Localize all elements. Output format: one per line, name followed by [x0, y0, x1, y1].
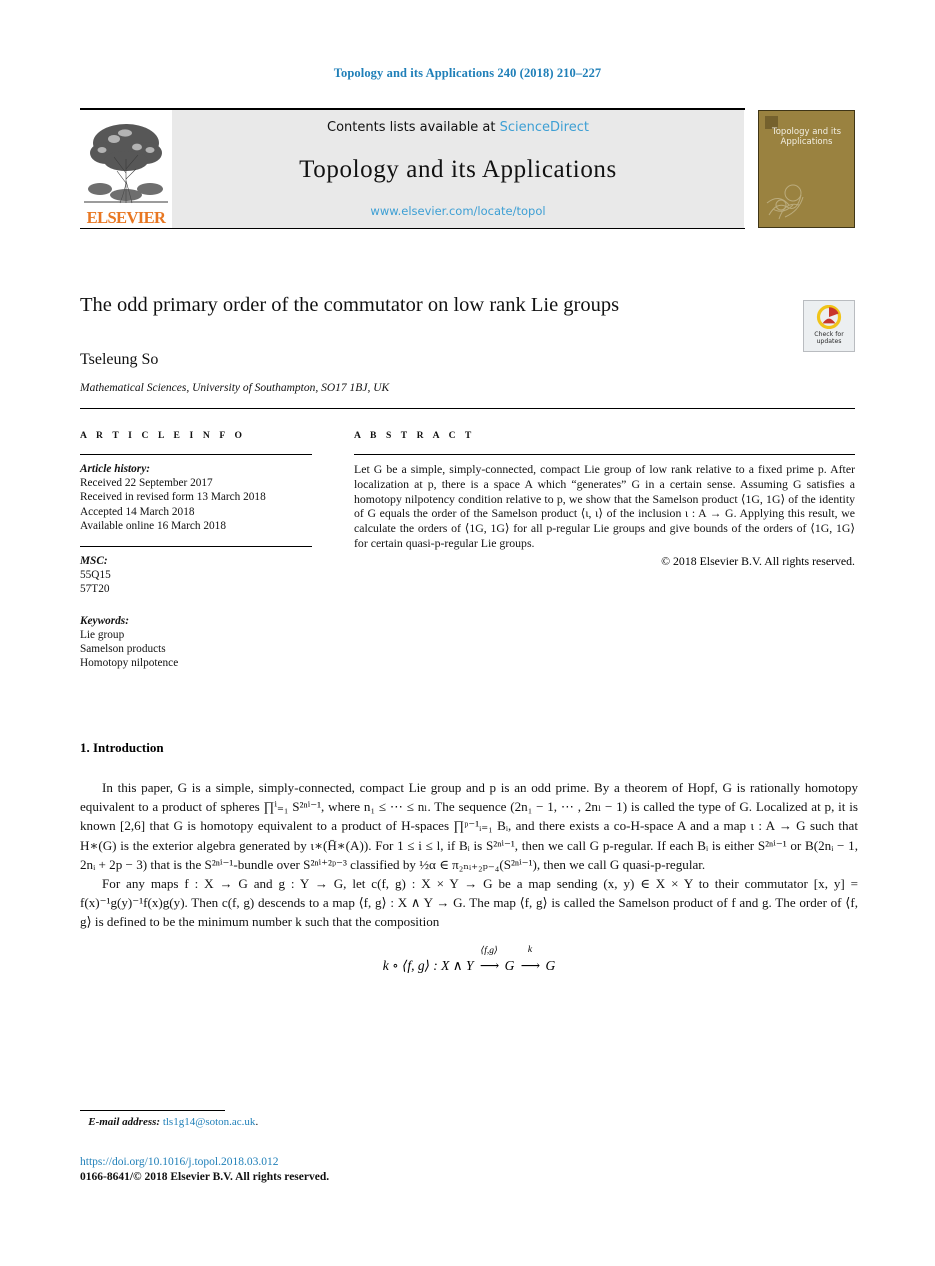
msc-heading: MSC: [80, 555, 108, 568]
title-section-rule [80, 408, 855, 409]
page-title: The odd primary order of the commutator … [80, 294, 620, 316]
arrow-right-icon: ⟶ [479, 957, 499, 973]
msc-code: 55Q15 [80, 569, 111, 582]
document-footer: https://doi.org/10.1016/j.topol.2018.03.… [80, 1155, 329, 1185]
msc-code: 57T20 [80, 583, 110, 596]
history-item: Available online 16 March 2018 [80, 519, 226, 532]
doi-link[interactable]: https://doi.org/10.1016/j.topol.2018.03.… [80, 1155, 329, 1170]
history-item: Received in revised form 13 March 2018 [80, 491, 266, 504]
email-footnote: E-mail address: tls1g14@soton.ac.uk. [80, 1116, 258, 1128]
article-info-label: A R T I C L E I N F O [80, 430, 246, 441]
crossmark-label-line1: Check for [814, 331, 844, 338]
abstract-column: A B S T R A C T Let G be a simple, simpl… [354, 430, 855, 670]
contents-prefix-text: Contents lists available at [327, 120, 500, 135]
equation-arrow-1: ⟨f,g⟩ ⟶ [479, 946, 499, 974]
introduction-paragraph-1: In this paper, G is a simple, simply-con… [80, 780, 858, 872]
article-info-rule [80, 454, 312, 455]
article-history-group: Article history: Received 22 September 2… [80, 462, 312, 533]
crossmark-label: Check for updates [814, 331, 844, 345]
email-label: E-mail address: [88, 1116, 161, 1128]
email-period: . [255, 1116, 259, 1128]
equation-arrow-2-label: k [527, 944, 533, 955]
keyword-item: Homotopy nilpotence [80, 657, 179, 670]
journal-homepage-link[interactable]: www.elsevier.com/locate/topol [370, 204, 545, 218]
column-gap [312, 430, 354, 670]
history-item: Accepted 14 March 2018 [80, 505, 195, 518]
footnote-separator [80, 1110, 225, 1111]
article-history-heading: Article history: [80, 463, 150, 475]
running-head: Topology and its Applications 240 (2018)… [333, 66, 602, 80]
elsevier-tree-icon [84, 124, 168, 204]
abstract-rule [354, 454, 855, 455]
keyword-item: Samelson products [80, 643, 166, 656]
masthead-bottom-rule [80, 228, 745, 229]
abstract-text: Let G be a simple, simply-connected, com… [354, 462, 855, 550]
crossmark-label-line2: updates [816, 338, 842, 345]
abstract-copyright: © 2018 Elsevier B.V. All rights reserved… [661, 553, 855, 568]
masthead-center-panel: Contents lists available at ScienceDirec… [172, 110, 744, 228]
keywords-heading: Keywords: [80, 614, 129, 627]
introduction-paragraph-2: For any maps f : X → G and g : Y → G, le… [80, 876, 858, 930]
msc-rule [80, 546, 312, 548]
journal-masthead: ELSEVIER Contents lists available at Sci… [80, 108, 855, 229]
keywords-group: Keywords: Lie group Samelson products Ho… [80, 614, 312, 671]
journal-title: Topology and its Applications [299, 155, 617, 183]
section-heading-introduction: 1. Introduction [80, 740, 164, 755]
history-item: Received 22 September 2017 [80, 477, 213, 490]
article-info-column: A R T I C L E I N F O Article history: R… [80, 430, 312, 670]
equation-mid: G [504, 957, 515, 973]
crossmark-badge[interactable]: Check for updates [803, 300, 855, 352]
equation-arrow-1-label: ⟨f,g⟩ [480, 945, 498, 956]
keyword-item: Lie group [80, 628, 125, 641]
cover-artwork [766, 184, 804, 220]
author-name: Tseleung So [80, 351, 159, 368]
msc-group: MSC: 55Q15 57T20 [80, 554, 312, 597]
journal-cover-thumbnail[interactable]: Topology and its Applications [758, 110, 855, 228]
cover-journal-title: Topology and its Applications [771, 127, 842, 147]
contents-available-line: Contents lists available at ScienceDirec… [327, 120, 589, 135]
sciencedirect-link[interactable]: ScienceDirect [500, 120, 589, 135]
arrow-right-icon: ⟶ [520, 957, 540, 973]
display-equation: k ∘ ⟨f, g⟩ : X ∧ Y ⟨f,g⟩ ⟶ G k ⟶ G [80, 945, 858, 974]
elsevier-wordmark: ELSEVIER [86, 208, 166, 227]
abstract-label: A B S T R A C T [354, 430, 475, 441]
equation-arrow-2: k ⟶ [520, 945, 540, 974]
title-block: The odd primary order of the commutator … [80, 292, 855, 394]
crossmark-icon [816, 305, 842, 329]
issn-copyright-line: 0166-8641/© 2018 Elsevier B.V. All right… [80, 1171, 330, 1183]
equation-lhs: k ∘ ⟨f, g⟩ : X ∧ Y [382, 957, 474, 973]
main-text: 1. Introduction In this paper, G is a si… [80, 740, 858, 974]
info-abstract-region: A R T I C L E I N F O Article history: R… [80, 430, 855, 670]
author-affiliation: Mathematical Sciences, University of Sou… [80, 382, 390, 394]
email-link[interactable]: tls1g14@soton.ac.uk [163, 1116, 256, 1128]
equation-rhs: G [545, 957, 556, 973]
elsevier-logo: ELSEVIER [80, 110, 172, 228]
article-first-page: Topology and its Applications 240 (2018)… [0, 0, 935, 1266]
